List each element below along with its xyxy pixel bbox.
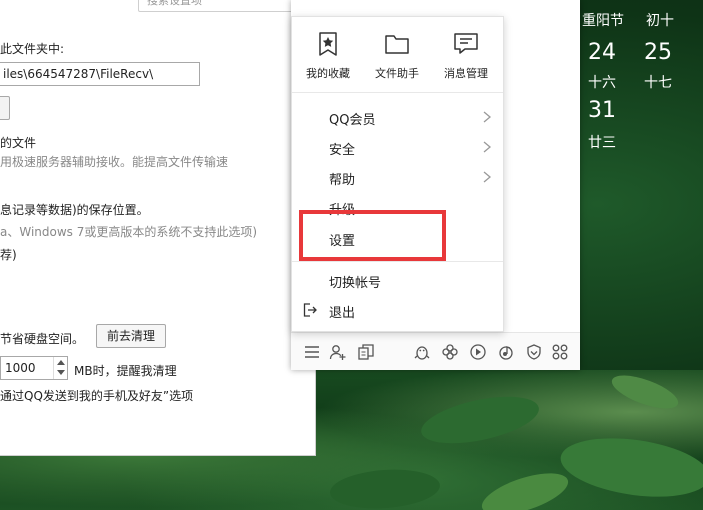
menu-divider (292, 261, 503, 262)
calendar-day: 24 (588, 40, 616, 65)
calendar-lunar-date: 初十 (646, 13, 674, 29)
chevron-right-icon (481, 170, 493, 184)
menu-item-label: 安全 (329, 143, 356, 158)
chevron-right-icon (481, 110, 493, 124)
file-assistant-label: 文件助手 (375, 67, 419, 80)
menu-item-label: 升级 (329, 203, 356, 218)
file-label: 的文件 (0, 136, 37, 150)
menu-icon[interactable] (303, 343, 321, 361)
menu-shortcuts: 我的收藏 文件助手 消息管理 (292, 17, 503, 93)
settings-search-input[interactable]: 搜索设置项 (138, 0, 298, 12)
chevron-right-icon (481, 140, 493, 154)
menu-item-exit[interactable]: 退出 (292, 295, 503, 325)
my-favorites-button[interactable]: 我的收藏 (298, 31, 358, 81)
calendar-lunar-date: 十七 (644, 75, 672, 91)
calendar-lunar-date: 廿三 (588, 135, 616, 151)
message-manage-icon (454, 33, 478, 54)
clover-icon[interactable] (441, 343, 459, 361)
storage-note: 息记录等数据)的保存位置。 (0, 203, 149, 217)
size-note: MB时，提醒我清理 (74, 364, 177, 378)
logout-icon (303, 303, 317, 317)
my-favorites-label: 我的收藏 (306, 67, 350, 80)
bookmark-star-icon (319, 32, 337, 56)
disk-note: 节省硬盘空间。 (0, 332, 85, 346)
size-threshold-stepper[interactable]: 1000 (0, 356, 68, 380)
menu-item-label: 退出 (329, 306, 356, 321)
stepper-arrows[interactable] (53, 357, 67, 379)
desktop-calendar-widget: 重阳节 初十 24 十六 25 十七 31 廿三 (575, 0, 703, 160)
menu-item-security[interactable]: 安全 (292, 132, 503, 162)
stepper-up-icon[interactable] (57, 360, 65, 365)
main-menu-dropdown: 我的收藏 文件助手 消息管理 QQ会员 安全 帮助 升级 设置 切换帐号 退出 (291, 16, 504, 332)
file-assistant-button[interactable]: 文件助手 (367, 31, 427, 81)
menu-item-help[interactable]: 帮助 (292, 162, 503, 192)
size-threshold-value: 1000 (5, 361, 36, 375)
shield-icon[interactable] (525, 343, 543, 361)
grid-icon[interactable] (551, 343, 569, 361)
menu-item-label: 帮助 (329, 173, 356, 188)
video-play-icon[interactable] (469, 343, 487, 361)
os-note: a、Windows 7或更高版本的系统不支持此选项) (0, 225, 258, 239)
message-manager-button[interactable]: 消息管理 (436, 31, 496, 81)
menu-item-label: 切换帐号 (329, 276, 382, 291)
message-manager-label: 消息管理 (444, 67, 488, 80)
save-note: 荐) (0, 248, 17, 262)
menu-item-switch-account[interactable]: 切换帐号 (292, 265, 503, 295)
stepper-down-icon[interactable] (57, 370, 65, 375)
calendar-day: 25 (644, 40, 672, 65)
penguin-icon[interactable] (413, 343, 431, 361)
browse-button[interactable] (0, 96, 10, 120)
menu-item-upgrade[interactable]: 升级 (292, 192, 503, 222)
calendar-lunar-date: 十六 (588, 75, 616, 91)
accel-note: 用极速服务器辅助接收。能提高文件传输速 (0, 155, 229, 169)
menu-item-label: QQ会员 (329, 113, 376, 128)
settings-window: 搜索设置项 此文件夹中: iles\664547287\FileRecv\ 的文… (0, 0, 316, 456)
menu-item-qq-vip[interactable]: QQ会员 (292, 102, 503, 132)
menu-item-settings[interactable]: 设置 (292, 223, 503, 253)
music-icon[interactable] (497, 343, 515, 361)
menu-item-label: 设置 (329, 234, 356, 249)
folder-icon (385, 35, 409, 54)
clean-now-button[interactable]: 前去清理 (96, 324, 166, 348)
folder-label: 此文件夹中: (0, 42, 65, 56)
apps-icon[interactable] (357, 343, 375, 361)
send-note: 通过QQ发送到我的手机及好友”选项 (0, 389, 194, 403)
add-contact-icon[interactable] (329, 343, 347, 361)
calendar-festival: 重阳节 (582, 13, 624, 29)
qq-bottom-toolbar (291, 332, 580, 370)
calendar-day: 31 (588, 98, 616, 123)
download-path-input[interactable]: iles\664547287\FileRecv\ (0, 62, 200, 86)
